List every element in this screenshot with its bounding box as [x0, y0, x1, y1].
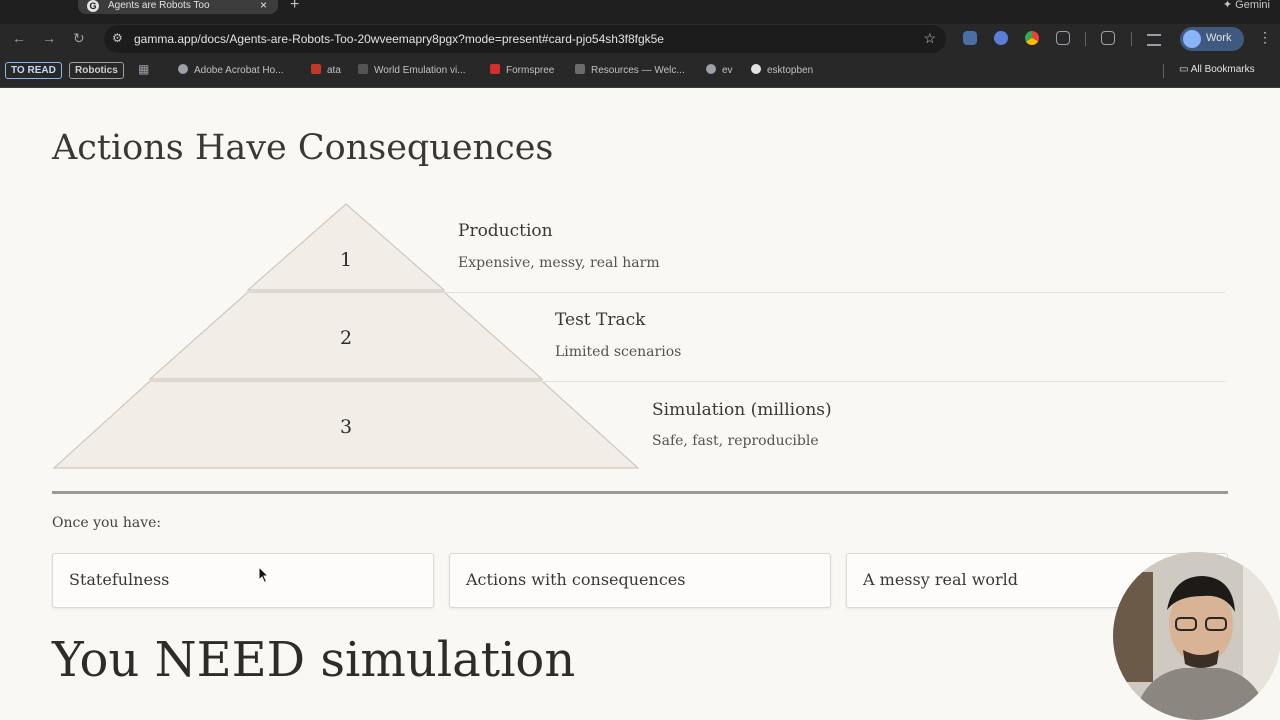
pyramid-tier-1	[246, 203, 446, 291]
close-tab-icon[interactable]: ×	[260, 0, 267, 11]
tab-strip: G Agents are Robots Too × + ✦ Gemini	[0, 0, 1280, 24]
bookmark-favicon-icon	[358, 64, 368, 74]
gemini-button[interactable]: ✦ Gemini	[1223, 0, 1270, 11]
tier-1-title: Production	[458, 221, 553, 241]
bookmark-label: ev	[722, 65, 733, 76]
bookmark-robotics[interactable]: Robotics	[69, 62, 124, 79]
all-bookmarks-label: All Bookmarks	[1190, 64, 1255, 75]
folder-icon: ▭	[1179, 64, 1189, 75]
all-bookmarks-button[interactable]: ▭ All Bookmarks	[1179, 64, 1255, 75]
bookmark-item[interactable]: Formspree	[490, 64, 554, 76]
bookmark-favicon-icon	[575, 64, 585, 74]
card-label: Statefulness	[69, 570, 170, 589]
bookmark-to-read[interactable]: TO READ	[5, 62, 62, 79]
mouse-cursor-icon	[258, 566, 270, 584]
new-tab-icon[interactable]: +	[290, 0, 299, 14]
profile-button[interactable]: Work	[1180, 27, 1244, 51]
card-actions[interactable]: Actions with consequences	[449, 553, 831, 608]
bookmark-item[interactable]: Resources — Welc...	[575, 64, 685, 76]
forward-icon[interactable]: →	[42, 30, 56, 46]
avatar	[1183, 30, 1201, 48]
pyramid-tier-2-number: 2	[340, 327, 352, 349]
bookmark-item[interactable]: Adobe Acrobat Ho...	[178, 64, 284, 76]
reload-icon[interactable]: ↻	[73, 30, 85, 47]
once-label: Once you have:	[52, 515, 162, 531]
tier-1-desc: Expensive, messy, real harm	[458, 255, 660, 271]
pyramid-diagram: 1 2 3	[52, 203, 640, 469]
bookmark-item[interactable]: World Emulation vi...	[358, 64, 466, 76]
extension-icon[interactable]	[963, 31, 977, 45]
tab-search-icon[interactable]	[1101, 31, 1115, 45]
bookmark-item[interactable]: ata	[311, 64, 341, 76]
bookmark-item[interactable]: ev	[706, 64, 733, 76]
presenter-video	[1113, 552, 1280, 720]
card-label: A messy real world	[863, 570, 1019, 589]
tier-divider	[541, 381, 1225, 382]
bookmark-label: World Emulation vi...	[374, 65, 466, 76]
pyramid-tier-1-number: 1	[340, 249, 352, 271]
tier-divider	[444, 292, 1225, 293]
toolbar-divider	[1131, 32, 1132, 46]
tier-3-title: Simulation (millions)	[652, 400, 832, 420]
more-menu-icon[interactable]: ⋮	[1258, 29, 1272, 46]
bookmark-label: Adobe Acrobat Ho...	[194, 65, 284, 76]
browser-toolbar: ← → ↻ ⚙ gamma.app/docs/Agents-are-Robots…	[0, 24, 1280, 54]
profile-label: Work	[1206, 32, 1232, 44]
url-text[interactable]: gamma.app/docs/Agents-are-Robots-Too-20w…	[134, 32, 664, 46]
bookmarks-divider	[1163, 64, 1164, 78]
tier-2-desc: Limited scenarios	[555, 344, 682, 360]
globe-icon	[706, 64, 716, 74]
address-bar[interactable]: ⚙ gamma.app/docs/Agents-are-Robots-Too-2…	[104, 25, 946, 53]
bookmark-label: ata	[327, 65, 341, 76]
tab-title: Agents are Robots Too	[108, 0, 210, 11]
back-icon[interactable]: ←	[12, 30, 26, 46]
gemini-label: Gemini	[1235, 0, 1270, 11]
pyramid-tier-3-number: 3	[340, 416, 352, 438]
reading-list-icon[interactable]	[1147, 34, 1161, 46]
toolbar-divider	[1085, 32, 1086, 46]
gamma-favicon-icon: G	[87, 0, 99, 12]
next-slide-title: You NEED simulation	[52, 632, 576, 688]
bookmark-item[interactable]: esktopben	[751, 64, 813, 76]
tier-3-desc: Safe, fast, reproducible	[652, 433, 819, 449]
formspree-icon	[490, 64, 500, 74]
section-divider	[52, 491, 1228, 494]
bookmark-favicon-icon	[751, 64, 761, 74]
globe-icon	[178, 64, 188, 74]
bookmark-star-icon[interactable]: ☆	[923, 30, 936, 47]
puzzle-icon[interactable]	[1056, 31, 1070, 45]
bookmark-label: Formspree	[506, 65, 555, 76]
extension-icon[interactable]	[994, 31, 1008, 45]
presenter-webcam	[1113, 552, 1280, 720]
apps-grid-icon[interactable]: ▦	[138, 63, 150, 75]
chrome-extension-icon[interactable]	[1025, 31, 1039, 45]
browser-tab[interactable]: G Agents are Robots Too ×	[78, 0, 278, 14]
tier-2-title: Test Track	[555, 310, 646, 330]
bookmark-favicon-icon	[311, 64, 321, 74]
bookmark-label: esktopben	[767, 65, 814, 76]
site-info-icon[interactable]: ⚙	[112, 31, 123, 45]
bookmark-label: Resources — Welc...	[591, 65, 685, 76]
bookmarks-bar: TO READ Robotics ▦ Adobe Acrobat Ho... a…	[0, 54, 1280, 88]
slide-title: Actions Have Consequences	[52, 128, 554, 168]
card-label: Actions with consequences	[466, 570, 686, 589]
card-statefulness[interactable]: Statefulness	[52, 553, 434, 608]
